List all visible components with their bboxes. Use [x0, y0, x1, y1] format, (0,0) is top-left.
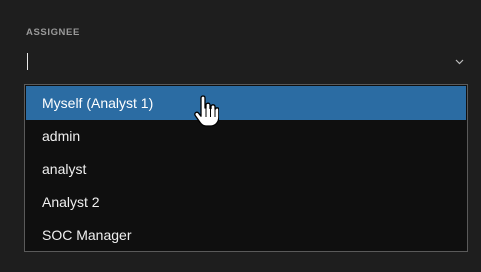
option-admin[interactable]: admin [26, 119, 466, 153]
assignee-label: ASSIGNEE [26, 27, 80, 38]
option-soc-manager[interactable]: SOC Manager [26, 218, 466, 252]
text-caret [27, 53, 28, 70]
assignee-panel: ASSIGNEE Myself (Analyst 1) admin analys… [0, 0, 481, 272]
option-analyst[interactable]: analyst [26, 152, 466, 186]
chevron-down-icon[interactable] [455, 59, 464, 65]
assignee-select-input[interactable] [24, 48, 470, 76]
hand-pointer-cursor-icon [194, 95, 219, 127]
assignee-dropdown-list: Myself (Analyst 1) admin analyst Analyst… [24, 84, 468, 252]
option-myself-analyst-1[interactable]: Myself (Analyst 1) [26, 86, 466, 120]
option-analyst-2[interactable]: Analyst 2 [26, 185, 466, 219]
